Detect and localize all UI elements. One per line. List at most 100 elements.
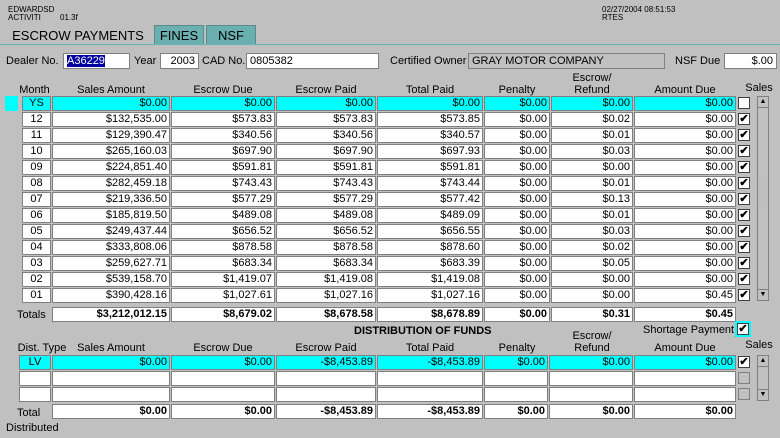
escrow-cell-sales[interactable]: $185,819.50 — [52, 208, 170, 223]
escrow-cell-total[interactable]: $743.44 — [377, 176, 483, 191]
dist-cell-total[interactable]: -$8,453.89 — [377, 355, 483, 370]
escrow-cell-total[interactable]: $1,419.08 — [377, 272, 483, 287]
dist-cell-sales[interactable] — [52, 387, 170, 402]
dist-cell-sales[interactable]: $0.00 — [52, 355, 170, 370]
escrow-cell-refund[interactable]: $0.01 — [551, 176, 633, 191]
dist-sales-checkbox[interactable]: ✔ — [738, 356, 750, 368]
escrow-cell-sales[interactable]: $282,459.18 — [52, 176, 170, 191]
sales-checkbox[interactable]: ✔ — [738, 129, 750, 141]
escrow-cell-month[interactable]: 05 — [22, 224, 51, 239]
escrow-cell-total[interactable]: $340.57 — [377, 128, 483, 143]
dist-cell-sales[interactable] — [52, 371, 170, 386]
sales-checkbox[interactable]: ✔ — [738, 113, 750, 125]
escrow-cell-due[interactable]: $683.34 — [171, 256, 275, 271]
sales-checkbox[interactable]: ✔ — [738, 193, 750, 205]
escrow-cell-due[interactable]: $489.08 — [171, 208, 275, 223]
escrow-cell-paid[interactable]: $1,027.16 — [276, 288, 376, 303]
tab-fines[interactable]: FINES — [154, 25, 204, 44]
dist-cell-penalty[interactable]: $0.00 — [484, 355, 548, 370]
escrow-cell-month[interactable]: 02 — [22, 272, 51, 287]
escrow-cell-due[interactable]: $573.83 — [171, 112, 275, 127]
sales-checkbox[interactable]: ✔ — [738, 225, 750, 237]
escrow-cell-amount[interactable]: $0.00 — [634, 192, 736, 207]
dist-cell-paid[interactable]: -$8,453.89 — [276, 355, 376, 370]
escrow-cell-due[interactable]: $577.29 — [171, 192, 275, 207]
escrow-cell-paid[interactable]: $577.29 — [276, 192, 376, 207]
sales-checkbox[interactable] — [738, 97, 750, 109]
dist-cell-refund[interactable] — [549, 387, 633, 402]
escrow-cell-paid[interactable]: $683.34 — [276, 256, 376, 271]
escrow-cell-penalty[interactable]: $0.00 — [484, 208, 550, 223]
dist-cell-total[interactable] — [377, 387, 483, 402]
escrow-cell-amount[interactable]: $0.45 — [634, 288, 736, 303]
escrow-cell-refund[interactable]: $0.03 — [551, 224, 633, 239]
dist-cell-due[interactable] — [171, 371, 275, 386]
dist-sales-checkbox[interactable] — [738, 372, 750, 384]
dist-cell-penalty[interactable] — [484, 387, 548, 402]
dealer-field[interactable]: A36229 — [63, 53, 130, 69]
escrow-cell-month[interactable]: 08 — [22, 176, 51, 191]
escrow-cell-due[interactable]: $1,419.07 — [171, 272, 275, 287]
escrow-cell-amount[interactable]: $0.00 — [634, 208, 736, 223]
dist-cell-type[interactable]: LV — [19, 355, 51, 370]
escrow-cell-penalty[interactable]: $0.00 — [484, 112, 550, 127]
escrow-cell-amount[interactable]: $0.00 — [634, 176, 736, 191]
cad-field[interactable]: 0805382 — [246, 53, 379, 69]
dist-cell-due[interactable] — [171, 387, 275, 402]
escrow-cell-paid[interactable]: $1,419.08 — [276, 272, 376, 287]
escrow-cell-sales[interactable]: $333,808.06 — [52, 240, 170, 255]
sales-checkbox[interactable]: ✔ — [738, 257, 750, 269]
escrow-cell-total[interactable]: $591.81 — [377, 160, 483, 175]
escrow-cell-month[interactable]: 11 — [22, 128, 51, 143]
escrow-cell-paid[interactable]: $573.83 — [276, 112, 376, 127]
escrow-cell-amount[interactable]: $0.00 — [634, 160, 736, 175]
sales-checkbox[interactable]: ✔ — [738, 273, 750, 285]
escrow-cell-total[interactable]: $878.60 — [377, 240, 483, 255]
sales-checkbox[interactable]: ✔ — [738, 161, 750, 173]
escrow-cell-penalty[interactable]: $0.00 — [484, 240, 550, 255]
dist-cell-penalty[interactable] — [484, 371, 548, 386]
escrow-cell-penalty[interactable]: $0.00 — [484, 192, 550, 207]
escrow-cell-due[interactable]: $1,027.61 — [171, 288, 275, 303]
escrow-cell-sales[interactable]: $539,158.70 — [52, 272, 170, 287]
escrow-cell-penalty[interactable]: $0.00 — [484, 272, 550, 287]
dist-cell-type[interactable] — [19, 371, 51, 386]
sales-checkbox[interactable]: ✔ — [738, 209, 750, 221]
dist-cell-refund[interactable]: $0.00 — [549, 355, 633, 370]
escrow-cell-due[interactable]: $591.81 — [171, 160, 275, 175]
dist-cell-paid[interactable] — [276, 387, 376, 402]
escrow-cell-sales[interactable]: $265,160.03 — [52, 144, 170, 159]
scroll-grip-icon[interactable]: · · · · · · · — [759, 175, 767, 216]
escrow-cell-sales[interactable]: $390,428.16 — [52, 288, 170, 303]
escrow-cell-total[interactable]: $0.00 — [377, 96, 483, 111]
escrow-cell-penalty[interactable]: $0.00 — [484, 256, 550, 271]
escrow-cell-sales[interactable]: $129,390.47 — [52, 128, 170, 143]
sales-checkbox[interactable]: ✔ — [738, 145, 750, 157]
nsf-due-field[interactable]: $.00 — [724, 53, 777, 69]
sales-checkbox[interactable]: ✔ — [738, 241, 750, 253]
escrow-cell-penalty[interactable]: $0.00 — [484, 96, 550, 111]
shortage-payment-checkbox[interactable]: ✔ — [735, 321, 751, 337]
escrow-cell-month[interactable]: 06 — [22, 208, 51, 223]
escrow-cell-month[interactable]: 04 — [22, 240, 51, 255]
dist-cell-amount[interactable]: $0.00 — [634, 355, 736, 370]
escrow-cell-due[interactable]: $340.56 — [171, 128, 275, 143]
escrow-cell-paid[interactable]: $697.90 — [276, 144, 376, 159]
escrow-cell-paid[interactable]: $743.43 — [276, 176, 376, 191]
dist-cell-refund[interactable] — [549, 371, 633, 386]
escrow-cell-refund[interactable]: $0.00 — [551, 272, 633, 287]
escrow-cell-refund[interactable]: $0.02 — [551, 112, 633, 127]
escrow-cell-month[interactable]: YS — [22, 96, 51, 111]
escrow-cell-penalty[interactable]: $0.00 — [484, 176, 550, 191]
escrow-cell-penalty[interactable]: $0.00 — [484, 128, 550, 143]
escrow-cell-month[interactable]: 09 — [22, 160, 51, 175]
escrow-cell-amount[interactable]: $0.00 — [634, 96, 736, 111]
escrow-cell-penalty[interactable]: $0.00 — [484, 224, 550, 239]
escrow-cell-refund[interactable]: $0.01 — [551, 128, 633, 143]
escrow-cell-total[interactable]: $489.09 — [377, 208, 483, 223]
escrow-cell-refund[interactable]: $0.01 — [551, 208, 633, 223]
escrow-cell-amount[interactable]: $0.00 — [634, 240, 736, 255]
escrow-cell-amount[interactable]: $0.00 — [634, 224, 736, 239]
escrow-cell-total[interactable]: $573.85 — [377, 112, 483, 127]
escrow-cell-refund[interactable]: $0.00 — [551, 96, 633, 111]
